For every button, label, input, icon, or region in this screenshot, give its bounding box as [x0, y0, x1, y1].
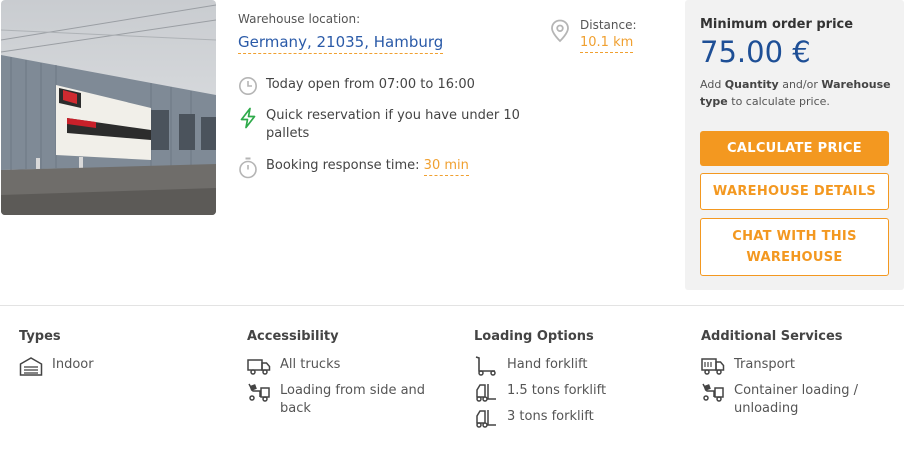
forklift-3-text: 3 tons forklift	[507, 409, 594, 424]
chat-with-warehouse-button[interactable]: CHAT WITH THIS WAREHOUSE	[700, 218, 889, 276]
note-rest-text: to calculate price.	[727, 95, 830, 108]
additional-services-section: Additional Services Transport Container …	[701, 329, 891, 424]
accessibility-all-trucks: All trucks	[280, 357, 341, 372]
accessibility-side-back: Loading from side and back	[280, 383, 426, 416]
warehouse-details-button[interactable]: WAREHOUSE DETAILS	[700, 173, 889, 210]
truck-icon	[247, 356, 271, 376]
booking-response-label: Booking response time:	[266, 158, 420, 173]
map-pin-icon	[550, 19, 570, 43]
booking-response-value[interactable]: 30 min	[423, 158, 469, 176]
loading-options-section: Loading Options Hand forklift 1.5 tons f…	[474, 329, 606, 434]
list-item: Hand forklift	[474, 356, 606, 376]
note-andor-text: and/or	[778, 78, 822, 91]
distance-value[interactable]: 10.1 km	[580, 35, 634, 53]
warehouse-indoor-icon	[19, 356, 43, 376]
section-divider	[0, 305, 904, 306]
list-item: Transport	[701, 356, 891, 376]
distance-label: Distance:	[580, 18, 637, 32]
list-item: Indoor	[19, 356, 94, 376]
forklift-icon	[474, 408, 498, 428]
accessibility-section: Accessibility All trucks Loading from si…	[247, 329, 447, 424]
list-item: 1.5 tons forklift	[474, 382, 606, 402]
warehouse-photo[interactable]	[1, 0, 216, 215]
additional-services-title: Additional Services	[701, 329, 843, 344]
note-quantity-text: Quantity	[724, 78, 779, 91]
loading-dock-icon	[247, 382, 271, 402]
warehouse-address-link[interactable]: Germany, 21035, Hamburg	[238, 33, 444, 54]
container-loading-icon	[701, 382, 725, 402]
stopwatch-icon	[238, 157, 258, 179]
accessibility-title: Accessibility	[247, 329, 339, 344]
calculate-price-button[interactable]: CALCULATE PRICE	[700, 131, 889, 166]
quick-reservation-row: Quick reservation if you have under 10 p…	[238, 107, 538, 143]
list-item: All trucks	[247, 356, 447, 376]
forklift-icon	[474, 382, 498, 402]
forklift-1-5-text: 1.5 tons forklift	[507, 383, 607, 398]
minimum-price-title: Minimum order price	[700, 17, 854, 32]
hand-forklift-icon	[474, 356, 498, 376]
note-add-text: Add	[700, 78, 725, 91]
clock-icon	[238, 76, 258, 98]
service-transport-text: Transport	[734, 357, 796, 372]
pricing-panel: Minimum order price 75.00 € Add Quantity…	[685, 0, 904, 290]
location-label: Warehouse location:	[238, 12, 361, 26]
price-calculation-note: Add Quantity and/or Warehouse type to ca…	[700, 76, 900, 110]
lightning-bolt-icon	[238, 107, 258, 129]
transport-truck-icon	[701, 356, 725, 376]
opening-hours-row: Today open from 07:00 to 16:00	[238, 76, 475, 98]
list-item: Container loading / unloading	[701, 382, 891, 418]
list-item: Loading from side and back	[247, 382, 447, 418]
minimum-price-value: 75.00 €	[700, 35, 811, 69]
opening-hours-text: Today open from 07:00 to 16:00	[266, 77, 475, 92]
service-container-loading-text: Container loading / unloading	[734, 383, 859, 416]
type-indoor-text: Indoor	[52, 357, 94, 372]
list-item: 3 tons forklift	[474, 408, 606, 428]
types-section: Types Indoor	[19, 329, 94, 382]
hand-forklift-text: Hand forklift	[507, 357, 588, 372]
loading-options-title: Loading Options	[474, 329, 594, 344]
booking-response-row: Booking response time: 30 min	[238, 157, 469, 179]
types-title: Types	[19, 329, 61, 344]
quick-reservation-text: Quick reservation if you have under 10 p…	[266, 108, 520, 141]
